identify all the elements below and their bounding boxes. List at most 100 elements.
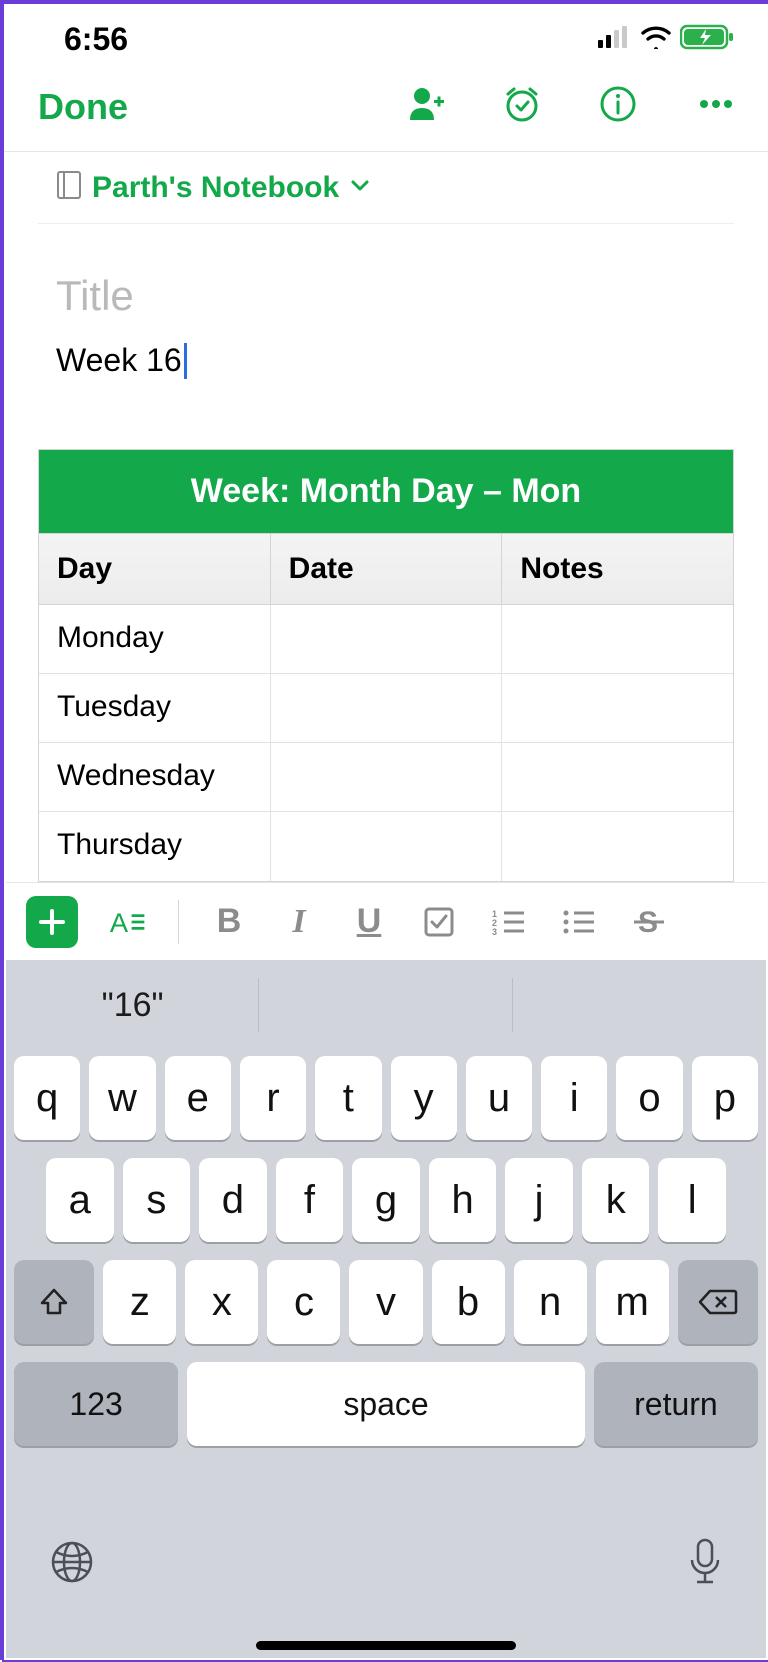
col-date: Date <box>271 534 503 604</box>
space-key[interactable]: space <box>187 1362 585 1446</box>
cell-day[interactable]: Monday <box>39 605 271 673</box>
underline-button[interactable]: U <box>349 902 389 941</box>
text-cursor <box>184 343 187 379</box>
checkbox-button[interactable] <box>419 906 459 938</box>
key-t[interactable]: t <box>315 1056 381 1140</box>
notebook-name: Parth's Notebook <box>92 171 339 205</box>
suggestion-empty[interactable] <box>259 960 512 1050</box>
cell-date[interactable] <box>271 674 503 742</box>
key-k[interactable]: k <box>582 1158 650 1242</box>
cell-date[interactable] <box>271 812 503 881</box>
return-key[interactable]: return <box>594 1362 758 1446</box>
cell-day[interactable]: Thursday <box>39 812 271 881</box>
note-body-text[interactable]: Week 16 <box>56 342 187 379</box>
cell-day[interactable]: Wednesday <box>39 743 271 811</box>
key-row-4: 123 space return <box>14 1362 758 1446</box>
shift-key[interactable] <box>14 1260 94 1344</box>
key-f[interactable]: f <box>276 1158 344 1242</box>
key-d[interactable]: d <box>199 1158 267 1242</box>
key-n[interactable]: n <box>514 1260 587 1344</box>
key-a[interactable]: a <box>46 1158 114 1242</box>
key-v[interactable]: v <box>349 1260 422 1344</box>
italic-button[interactable]: I <box>279 903 319 941</box>
table-row[interactable]: Tuesday <box>39 674 733 743</box>
cellular-icon <box>598 26 632 53</box>
key-m[interactable]: m <box>596 1260 669 1344</box>
cell-notes[interactable] <box>502 605 733 673</box>
home-indicator[interactable] <box>256 1641 516 1650</box>
key-r[interactable]: r <box>240 1056 306 1140</box>
strikethrough-button[interactable]: S <box>629 905 669 939</box>
key-o[interactable]: o <box>616 1056 682 1140</box>
cell-notes[interactable] <box>502 812 733 881</box>
key-i[interactable]: i <box>541 1056 607 1140</box>
toolbar-divider <box>178 900 179 944</box>
key-h[interactable]: h <box>429 1158 497 1242</box>
key-s[interactable]: s <box>123 1158 191 1242</box>
nav-header: Done <box>4 64 768 152</box>
globe-icon[interactable] <box>48 1538 96 1591</box>
col-notes: Notes <box>502 534 733 604</box>
more-icon[interactable] <box>694 84 738 129</box>
notebook-selector[interactable]: Parth's Notebook <box>38 152 734 224</box>
key-b[interactable]: b <box>432 1260 505 1344</box>
body-text-value: Week 16 <box>56 342 182 379</box>
suggestion-bar: "16" <box>6 960 766 1050</box>
keyboard-bottom-bar <box>6 1456 766 1658</box>
svg-text:3: 3 <box>492 927 497 937</box>
key-p[interactable]: p <box>692 1056 758 1140</box>
cell-date[interactable] <box>271 605 503 673</box>
microphone-icon[interactable] <box>686 1536 724 1593</box>
key-row-1: q w e r t y u i o p <box>14 1056 758 1140</box>
cell-day[interactable]: Tuesday <box>39 674 271 742</box>
key-row-3: z x c v b n m <box>14 1260 758 1344</box>
editor-area[interactable]: Title Week 16 Week: Month Day – Mon Day … <box>4 224 768 882</box>
key-e[interactable]: e <box>165 1056 231 1140</box>
text-style-button[interactable]: A <box>108 905 148 939</box>
table-header-row: Day Date Notes <box>39 533 733 605</box>
bold-button[interactable]: B <box>209 902 249 941</box>
key-z[interactable]: z <box>103 1260 176 1344</box>
key-j[interactable]: j <box>505 1158 573 1242</box>
nav-actions <box>406 84 738 129</box>
backspace-key[interactable] <box>678 1260 758 1344</box>
key-l[interactable]: l <box>658 1158 726 1242</box>
key-u[interactable]: u <box>466 1056 532 1140</box>
table-row[interactable]: Wednesday <box>39 743 733 812</box>
add-button[interactable] <box>26 896 78 948</box>
cell-date[interactable] <box>271 743 503 811</box>
share-person-icon[interactable] <box>406 84 446 129</box>
keyboard: "16" q w e r t y u i o p a s d f g h j k… <box>6 960 766 1658</box>
col-day: Day <box>39 534 271 604</box>
key-y[interactable]: y <box>391 1056 457 1140</box>
status-bar: 6:56 <box>4 4 768 64</box>
cell-notes[interactable] <box>502 743 733 811</box>
key-x[interactable]: x <box>185 1260 258 1344</box>
table-row[interactable]: Monday <box>39 605 733 674</box>
key-q[interactable]: q <box>14 1056 80 1140</box>
done-button[interactable]: Done <box>38 86 128 128</box>
svg-text:A: A <box>110 907 129 938</box>
wifi-icon <box>640 25 672 54</box>
key-c[interactable]: c <box>267 1260 340 1344</box>
info-icon[interactable] <box>598 84 638 129</box>
cell-notes[interactable] <box>502 674 733 742</box>
key-g[interactable]: g <box>352 1158 420 1242</box>
bullet-list-button[interactable] <box>559 907 599 937</box>
battery-charging-icon <box>680 24 734 55</box>
table-title: Week: Month Day – Mon <box>39 450 733 533</box>
key-w[interactable]: w <box>89 1056 155 1140</box>
suggestion-empty[interactable] <box>513 960 766 1050</box>
title-input[interactable]: Title <box>56 272 734 320</box>
reminder-icon[interactable] <box>502 84 542 129</box>
numbers-key[interactable]: 123 <box>14 1362 178 1446</box>
table-row[interactable]: Thursday <box>39 812 733 881</box>
key-row-2: a s d f g h j k l <box>14 1158 758 1242</box>
week-table[interactable]: Week: Month Day – Mon Day Date Notes Mon… <box>38 449 734 882</box>
format-toolbar: A B I U 1 2 3 S <box>6 882 766 960</box>
notebook-icon <box>56 170 82 205</box>
numbered-list-button[interactable]: 1 2 3 <box>489 907 529 937</box>
chevron-down-icon <box>349 174 371 201</box>
suggestion[interactable]: "16" <box>6 960 259 1050</box>
status-icons <box>598 24 734 55</box>
